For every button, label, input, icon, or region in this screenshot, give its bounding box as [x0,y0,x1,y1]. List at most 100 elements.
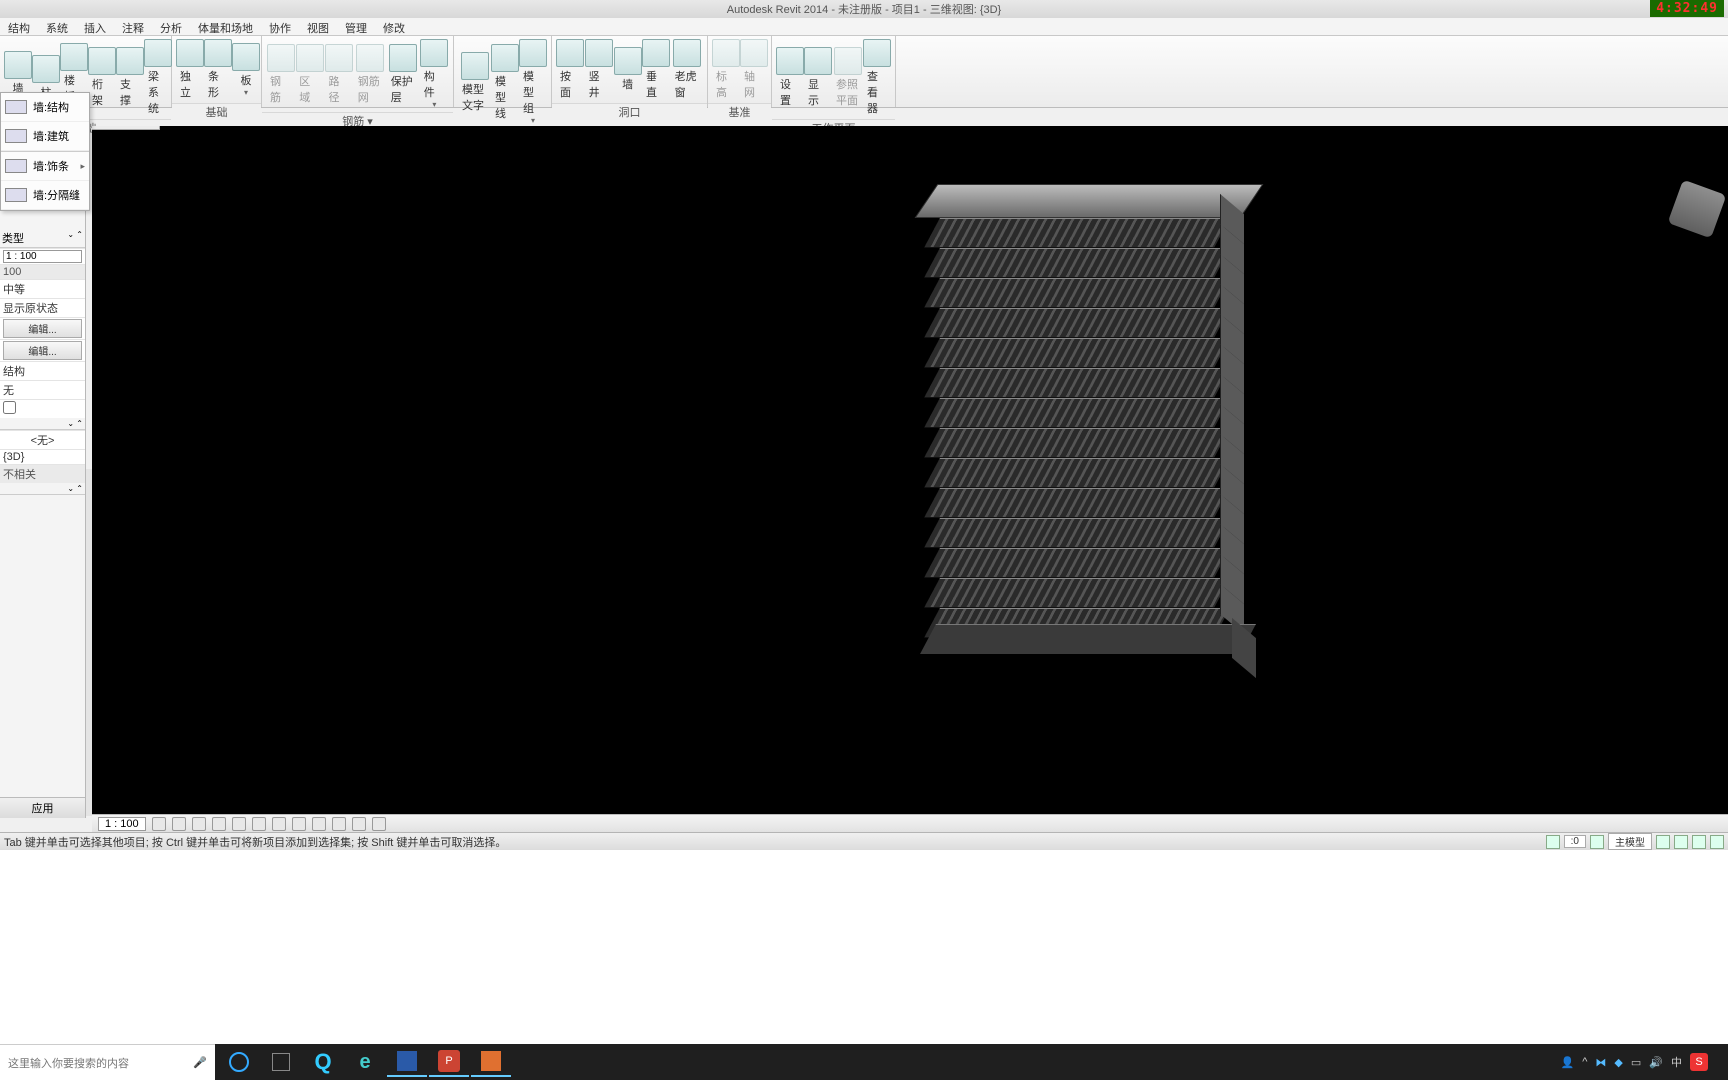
vc-lock-icon[interactable] [292,817,306,831]
ribbon-level: 标高 [712,38,740,101]
ribbon-slab[interactable]: 板▾ [232,42,260,98]
edit-button-1[interactable]: 编辑... [3,319,82,338]
status-select-icon[interactable] [1674,835,1688,849]
status-icon-1[interactable] [1546,835,1560,849]
menu-annotate[interactable]: 注释 [114,18,152,35]
model-group-icon [519,39,547,67]
shaft-icon [585,39,613,67]
mic-icon[interactable]: 🎤 [193,1056,207,1069]
tray-up-icon[interactable]: ^ [1582,1056,1587,1068]
cortana-icon[interactable] [219,1047,259,1077]
wall-arch-icon [5,129,27,143]
recorder-icon[interactable] [471,1047,511,1077]
ribbon-model-group[interactable]: 模型组▾ [519,38,547,126]
ribbon-byface[interactable]: 按面 [556,38,585,101]
discipline[interactable]: 结构 [0,361,85,380]
vc-detail-icon[interactable] [152,817,166,831]
scale-value: 100 [0,264,85,279]
ribbon-beam-system[interactable]: 梁系统 [144,38,172,117]
tray-bluetooth-icon[interactable]: ⧓ [1595,1056,1606,1069]
tray-volume-icon[interactable]: 🔊 [1649,1056,1663,1069]
menu-collaborate[interactable]: 协作 [261,18,299,35]
revit-taskbar-icon[interactable] [387,1047,427,1077]
extents-expander[interactable]: ⌄ ⌃ [0,483,85,495]
vc-nav-left-icon[interactable] [352,817,366,831]
task-view-icon[interactable] [261,1047,301,1077]
menu-structure[interactable]: 结构 [0,18,38,35]
detail-level[interactable]: 中等 [0,279,85,298]
edge-icon[interactable]: e [345,1047,385,1077]
ribbon-shaft[interactable]: 竖井 [585,38,614,101]
vc-hide-icon[interactable] [312,817,326,831]
menu-insert[interactable]: 插入 [76,18,114,35]
apply-button[interactable]: 应用 [0,797,85,818]
ribbon-component[interactable]: 构件▾ [420,38,449,110]
type-selector[interactable]: 类型⌄ ⌃ [0,229,85,248]
id-none[interactable]: <无> [0,430,85,449]
ribbon-set[interactable]: 设置 [776,46,804,109]
wall-reveal[interactable]: 墙:分隔缝 [1,181,89,210]
view-scale[interactable]: 1 : 100 [98,817,146,831]
vc-sun-icon[interactable] [192,817,206,831]
menu-bar: 结构 系统 插入 注释 分析 体量和场地 协作 视图 管理 修改 [0,18,1728,36]
view-cube[interactable] [1668,180,1727,239]
tray-ime-icon[interactable]: 中 [1671,1054,1682,1070]
vc-style-icon[interactable] [172,817,186,831]
ribbon-brace[interactable]: 支撑 [116,46,144,109]
powerpoint-icon[interactable]: P [429,1047,469,1077]
tray-security-icon[interactable]: ◆ [1614,1056,1622,1069]
prop-checkbox[interactable] [3,401,16,414]
strip-icon [204,39,232,67]
wall-architectural[interactable]: 墙:建筑 [1,122,89,151]
status-drag-icon[interactable] [1692,835,1706,849]
ribbon-isolated[interactable]: 独立 [176,38,204,101]
ribbon-show[interactable]: 显示 [804,46,832,109]
menu-massing[interactable]: 体量和场地 [190,18,261,35]
edit-button-2[interactable]: 编辑... [3,341,82,360]
vc-reveal-icon[interactable] [332,817,346,831]
status-filter-icon[interactable] [1656,835,1670,849]
tray-battery-icon[interactable]: ▭ [1631,1056,1641,1069]
ribbon-truss[interactable]: 桁架 [88,46,116,109]
visibility[interactable]: 显示原状态 [0,298,85,317]
menu-view[interactable]: 视图 [299,18,337,35]
ribbon-vertical[interactable]: 垂直 [642,38,671,101]
vc-crop-region-icon[interactable] [272,817,286,831]
vc-nav-right-icon[interactable] [372,817,386,831]
wall-structural[interactable]: 墙:结构 [1,93,89,122]
none-row[interactable]: 无 [0,380,85,399]
status-link-icon[interactable] [1710,835,1724,849]
browser-q-icon[interactable]: Q [303,1047,343,1077]
ribbon-wall-opening[interactable]: 墙 [613,46,642,93]
menu-modify[interactable]: 修改 [375,18,413,35]
ribbon-model-text[interactable]: 模型文字 [458,51,491,114]
vc-shadow-icon[interactable] [212,817,226,831]
ribbon-model-line[interactable]: 模型线 [491,43,519,122]
ribbon-group-foundation: 基础 [172,103,261,119]
wall-sweep[interactable]: 墙:饰条▸ [1,151,89,181]
brace-icon [116,47,144,75]
vc-render-icon[interactable] [232,817,246,831]
ribbon-strip[interactable]: 条形 [204,38,232,101]
tray-sogou-icon[interactable]: S [1690,1053,1708,1071]
menu-analyze[interactable]: 分析 [152,18,190,35]
wall-opening-icon [614,47,642,75]
ribbon-path: 路径 [324,43,353,106]
3d-viewport[interactable]: 构× // floors generated below via JS afte… [92,126,1728,824]
vc-crop-icon[interactable] [252,817,266,831]
status-zero[interactable]: :0 [1564,835,1586,848]
taskbar: Q e P 👤 ^ ⧓ ◆ ▭ 🔊 中 S [215,1044,1728,1080]
status-model[interactable]: 主模型 [1608,833,1652,850]
menu-manage[interactable]: 管理 [337,18,375,35]
identity-expander[interactable]: ⌄ ⌃ [0,418,85,430]
view-tab[interactable]: 构× [92,126,160,130]
app-title: Autodesk Revit 2014 - 未注册版 - 项目1 - 三维视图:… [727,1,1001,17]
ribbon-viewer[interactable]: 查看器 [863,38,891,117]
scale-input[interactable] [3,250,82,263]
ribbon-cover[interactable]: 保护层 [387,43,420,106]
windows-search[interactable]: 这里输入你要搜索的内容 🎤 [0,1044,215,1080]
menu-system[interactable]: 系统 [38,18,76,35]
tray-people-icon[interactable]: 👤 [1561,1056,1575,1069]
status-icon-2[interactable] [1590,835,1604,849]
ribbon-dormer[interactable]: 老虎窗 [671,38,703,101]
